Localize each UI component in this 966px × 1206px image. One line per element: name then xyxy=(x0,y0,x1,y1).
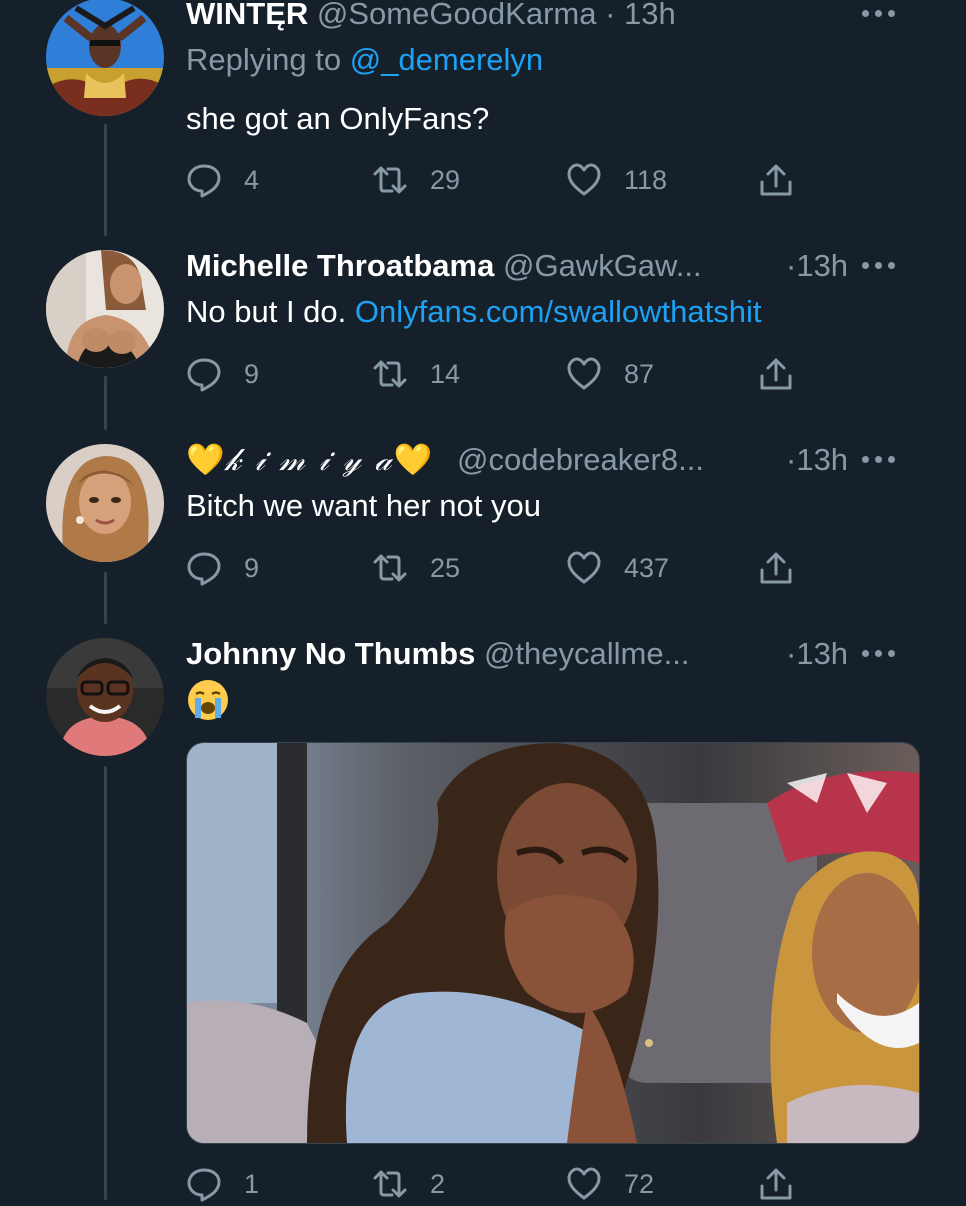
reply-button[interactable]: 1 xyxy=(186,1162,259,1206)
display-name[interactable]: Johnny No Thumbs xyxy=(186,636,475,671)
like-count: 437 xyxy=(624,553,670,583)
reply-button[interactable]: 9 xyxy=(186,352,259,396)
loudly-crying-face-icon xyxy=(186,678,230,722)
share-button[interactable] xyxy=(758,546,794,590)
avatar[interactable] xyxy=(46,250,164,368)
display-name[interactable]: WINTĘR xyxy=(186,0,308,31)
tweet[interactable]: 💛𝓀 𝒾 𝓂 𝒾 𝓎 𝒶💛 @codebreaker8... ·13h Bitc… xyxy=(0,440,966,600)
replying-to: Replying to @_demerelyn xyxy=(186,40,543,80)
share-button[interactable] xyxy=(758,1162,794,1206)
avatar[interactable] xyxy=(46,444,164,562)
retweet-button[interactable]: 25 xyxy=(372,546,460,590)
tweet[interactable]: Johnny No Thumbs @theycallme... ·13h 1 2… xyxy=(0,634,966,1202)
retweet-count: 29 xyxy=(430,165,461,195)
yellow-heart-emoji: 💛 xyxy=(186,442,225,477)
more-dots-icon[interactable] xyxy=(862,456,896,464)
tweet-header: WINTĘR @SomeGoodKarma · 13h xyxy=(186,0,946,34)
speech-bubble-icon xyxy=(187,164,221,198)
handle[interactable]: @codebreaker8... xyxy=(457,442,704,477)
retweet-count: 25 xyxy=(430,553,461,583)
share-button[interactable] xyxy=(758,352,794,396)
action-bar: 9 25 437 xyxy=(186,546,806,590)
heart-icon xyxy=(567,551,601,584)
retweet-button[interactable]: 29 xyxy=(372,158,460,202)
speech-bubble-icon xyxy=(187,552,221,586)
share-icon xyxy=(760,1168,792,1200)
mention-link[interactable]: @_demerelyn xyxy=(350,42,543,77)
tweet-header: Michelle Throatbama @GawkGaw... ·13h xyxy=(186,246,946,286)
avatar[interactable] xyxy=(46,0,164,116)
like-button[interactable]: 87 xyxy=(566,352,654,396)
reply-button[interactable]: 9 xyxy=(186,546,259,590)
like-count: 72 xyxy=(624,1169,655,1199)
timestamp[interactable]: ·13h xyxy=(786,246,848,286)
reply-count: 4 xyxy=(244,165,260,195)
handle[interactable]: @theycallme... xyxy=(484,636,689,671)
more-dots-icon[interactable] xyxy=(862,10,896,18)
action-bar: 9 14 87 xyxy=(186,352,806,396)
more-dots-icon[interactable] xyxy=(862,650,896,658)
share-icon xyxy=(760,164,792,196)
speech-bubble-icon xyxy=(187,1168,221,1202)
reply-count: 9 xyxy=(244,553,260,583)
retweet-icon xyxy=(373,360,407,388)
timestamp[interactable]: ·13h xyxy=(786,634,848,674)
tweet-link[interactable]: Onlyfans.com/swallowthatshit xyxy=(355,294,762,329)
gif-image[interactable] xyxy=(186,742,920,1144)
action-bar: 1 2 72 xyxy=(186,1162,806,1206)
tweet-text: she got an OnlyFans? xyxy=(186,101,490,136)
reply-count: 9 xyxy=(244,359,260,389)
avatar[interactable] xyxy=(46,638,164,756)
handle[interactable]: @SomeGoodKarma xyxy=(317,0,597,31)
display-name[interactable]: 𝓀 𝒾 𝓂 𝒾 𝓎 𝒶 xyxy=(225,442,394,478)
yellow-heart-emoji: 💛 xyxy=(393,442,433,477)
share-icon xyxy=(760,358,792,390)
like-button[interactable]: 118 xyxy=(566,158,667,202)
tweet-text: Bitch we want her not you xyxy=(186,488,541,523)
retweet-count: 2 xyxy=(430,1169,446,1199)
timestamp[interactable]: · 13h xyxy=(605,0,676,31)
tweet-text-plain: No but I do. xyxy=(186,294,347,329)
speech-bubble-icon xyxy=(187,358,221,392)
heart-icon xyxy=(567,163,601,196)
like-button[interactable]: 72 xyxy=(566,1162,654,1206)
heart-icon xyxy=(567,357,601,390)
timestamp[interactable]: ·13h xyxy=(786,440,848,480)
share-icon xyxy=(760,552,792,584)
tweet-header: Johnny No Thumbs @theycallme... ·13h xyxy=(186,634,946,674)
like-count: 118 xyxy=(624,165,668,195)
retweet-icon xyxy=(373,166,407,194)
reply-count: 1 xyxy=(244,1169,260,1199)
retweet-button[interactable]: 2 xyxy=(372,1162,445,1206)
handle[interactable]: @GawkGaw... xyxy=(503,248,702,283)
retweet-count: 14 xyxy=(430,359,461,389)
like-button[interactable]: 437 xyxy=(566,546,669,590)
retweet-button[interactable]: 14 xyxy=(372,352,460,396)
retweet-icon xyxy=(373,1170,407,1198)
tweet-text: No but I do. Onlyfans.com/swallowthatshi… xyxy=(186,292,762,332)
more-dots-icon[interactable] xyxy=(862,262,896,270)
tweet[interactable]: Michelle Throatbama @GawkGaw... ·13h No … xyxy=(0,246,966,406)
action-bar: 4 29 118 xyxy=(186,158,806,202)
display-name[interactable]: Michelle Throatbama xyxy=(186,248,494,283)
retweet-icon xyxy=(373,554,407,582)
tweet[interactable]: WINTĘR @SomeGoodKarma · 13h Replying to … xyxy=(0,0,966,230)
heart-icon xyxy=(567,1167,601,1200)
share-button[interactable] xyxy=(758,158,794,202)
reply-button[interactable]: 4 xyxy=(186,158,259,202)
replying-label: Replying to xyxy=(186,42,342,77)
tweet-header: 💛𝓀 𝒾 𝓂 𝒾 𝓎 𝒶💛 @codebreaker8... ·13h xyxy=(186,440,946,480)
like-count: 87 xyxy=(624,359,655,389)
